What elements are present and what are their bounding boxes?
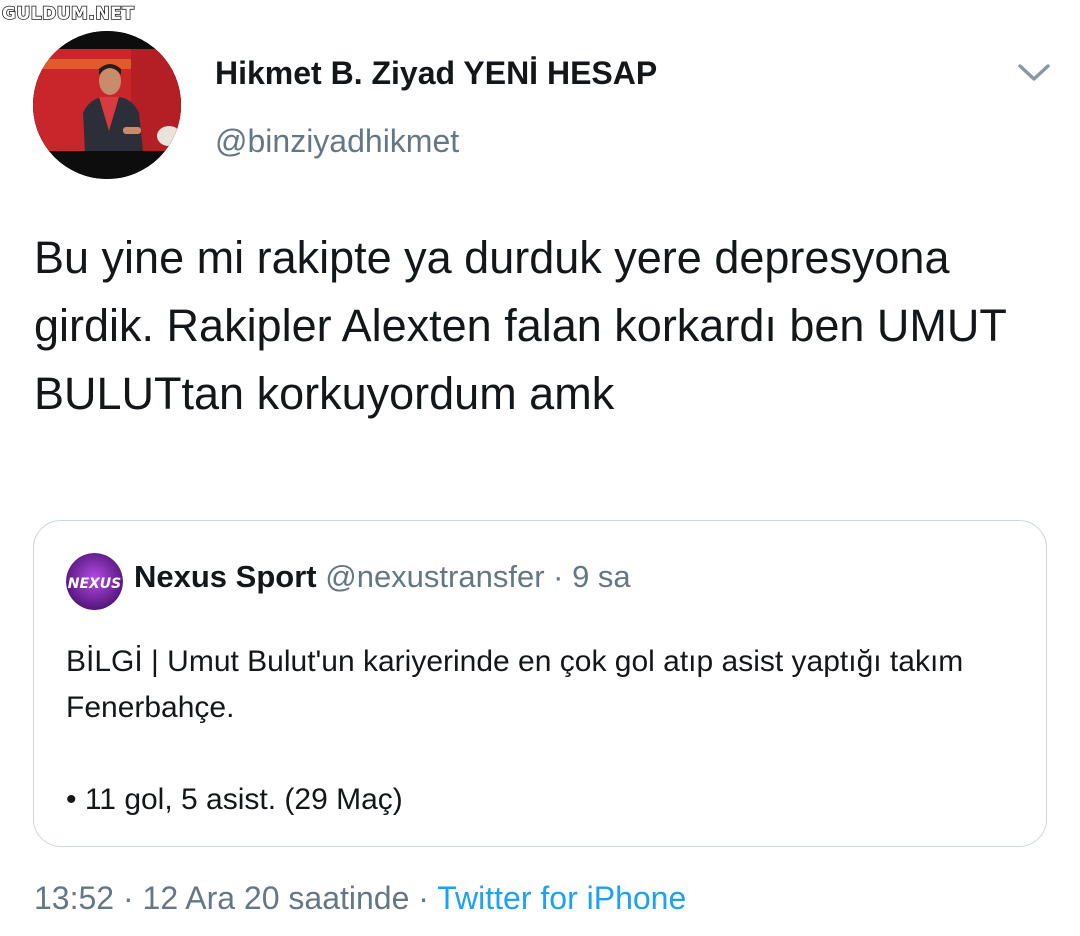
author-name[interactable]: Hikmet B. Ziyad YENİ HESAP	[215, 55, 657, 92]
author-avatar[interactable]	[33, 31, 181, 179]
tweet-text: Bu yine mi rakipte ya durduk yere depres…	[34, 232, 1007, 419]
avatar-photo	[33, 31, 181, 179]
tweet-footer: 13:52 · 12 Ara 20 saatinde · Twitter for…	[34, 880, 686, 917]
quote-header: Nexus Sport @nexustransfer · 9 sa	[134, 559, 631, 595]
quoted-tweet[interactable]: NEXUS Nexus Sport @nexustransfer · 9 sa …	[33, 520, 1047, 847]
quote-author-name[interactable]: Nexus Sport	[134, 559, 317, 594]
nexus-logo-icon: NEXUS	[66, 553, 123, 610]
author-handle[interactable]: @binziyadhikmet	[215, 123, 459, 160]
quote-stat-line: • 11 gol, 5 asist. (29 Maç)	[66, 783, 403, 816]
tweet-source-link[interactable]: Twitter for iPhone	[437, 880, 686, 916]
quote-author-meta: @nexustransfer · 9 sa	[325, 559, 631, 594]
quote-text: BİLGİ | Umut Bulut'un kariyerinde en çok…	[66, 645, 964, 724]
watermark-logo: GULDUM.NET	[1, 3, 135, 25]
quote-avatar-text: NEXUS	[68, 576, 122, 592]
tweet-timestamp: 13:52 · 12 Ara 20 saatinde ·	[34, 880, 438, 916]
quote-avatar[interactable]: NEXUS	[66, 553, 123, 610]
chevron-down-icon[interactable]	[1014, 58, 1054, 86]
